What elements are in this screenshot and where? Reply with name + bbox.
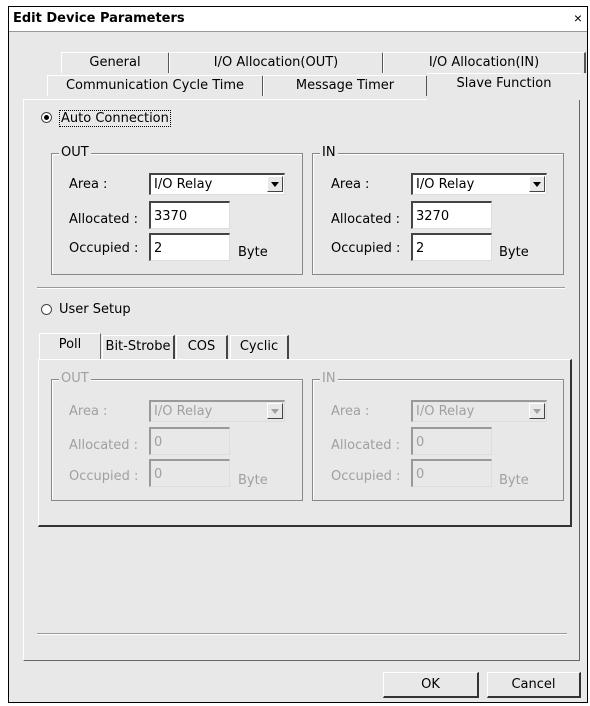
user-in-area-value: I/O Relay xyxy=(416,404,475,419)
user-in-area-select[interactable]: I/O Relay xyxy=(411,400,547,422)
user-out-occupied-label: Occupied : xyxy=(69,469,139,484)
tab-io-allocation-in[interactable]: I/O Allocation(IN) xyxy=(383,52,586,73)
auto-out-area-select[interactable]: I/O Relay xyxy=(149,173,285,195)
user-in-unit: Byte xyxy=(499,473,529,488)
user-out-title: OUT xyxy=(59,371,91,386)
subtab-bit-strobe[interactable]: Bit-Strobe xyxy=(102,335,175,359)
close-icon[interactable]: × xyxy=(571,11,585,25)
auto-out-area-label: Area : xyxy=(69,177,108,192)
auto-out-area-value: I/O Relay xyxy=(154,177,213,192)
chevron-down-icon[interactable] xyxy=(529,403,545,419)
edit-device-parameters-dialog: Edit Device Parameters × General I/O All… xyxy=(8,6,588,703)
user-in-occupied-input[interactable] xyxy=(411,459,492,487)
auto-in-occupied-label: Occupied : xyxy=(331,241,401,256)
user-out-area-label: Area : xyxy=(69,404,108,419)
tab-io-allocation-out[interactable]: I/O Allocation(OUT) xyxy=(169,52,384,73)
user-out-unit: Byte xyxy=(238,473,268,488)
bottom-separator xyxy=(37,633,567,635)
auto-in-allocated-label: Allocated : xyxy=(331,212,401,227)
auto-out-allocated-label: Allocated : xyxy=(69,212,139,227)
chevron-down-icon[interactable] xyxy=(267,176,283,192)
tab-communication-cycle-time[interactable]: Communication Cycle Time xyxy=(47,75,264,96)
auto-in-area-value: I/O Relay xyxy=(416,177,475,192)
user-out-occupied-input[interactable] xyxy=(149,459,230,487)
auto-in-allocated-input[interactable] xyxy=(411,201,492,229)
user-out-area-select[interactable]: I/O Relay xyxy=(149,400,285,422)
subtab-cos[interactable]: COS xyxy=(176,335,228,359)
auto-connection-label[interactable]: Auto Connection xyxy=(59,110,171,127)
title-bar: Edit Device Parameters × xyxy=(9,7,587,32)
auto-out-occupied-label: Occupied : xyxy=(69,241,139,256)
subtab-cyclic[interactable]: Cyclic xyxy=(230,335,289,359)
tab-slave-function[interactable]: Slave Function xyxy=(427,73,581,100)
user-in-occupied-label: Occupied : xyxy=(331,469,401,484)
user-in-area-label: Area : xyxy=(331,404,370,419)
user-in-allocated-label: Allocated : xyxy=(331,438,401,453)
auto-in-area-select[interactable]: I/O Relay xyxy=(411,173,547,195)
cancel-button[interactable]: Cancel xyxy=(487,672,581,698)
user-setup-label[interactable]: User Setup xyxy=(59,302,131,317)
auto-in-occupied-input[interactable] xyxy=(411,233,492,261)
tab-general[interactable]: General xyxy=(61,52,170,73)
auto-in-title: IN xyxy=(320,145,338,160)
auto-in-unit: Byte xyxy=(499,245,529,260)
user-out-allocated-label: Allocated : xyxy=(69,438,139,453)
user-setup-radio[interactable] xyxy=(41,304,52,315)
chevron-down-icon[interactable] xyxy=(267,403,283,419)
auto-out-unit: Byte xyxy=(238,245,268,260)
chevron-down-icon[interactable] xyxy=(529,176,545,192)
user-in-allocated-input[interactable] xyxy=(411,427,492,455)
auto-out-title: OUT xyxy=(59,145,91,160)
auto-in-area-label: Area : xyxy=(331,177,370,192)
tab-message-timer[interactable]: Message Timer xyxy=(263,75,428,96)
auto-connection-radio[interactable] xyxy=(41,112,52,123)
separator xyxy=(37,287,565,289)
user-out-allocated-input[interactable] xyxy=(149,427,230,455)
auto-out-allocated-input[interactable] xyxy=(149,201,230,229)
user-in-title: IN xyxy=(320,371,338,386)
user-out-area-value: I/O Relay xyxy=(154,404,213,419)
auto-out-occupied-input[interactable] xyxy=(149,233,230,261)
subtab-poll[interactable]: Poll xyxy=(39,333,101,359)
ok-button[interactable]: OK xyxy=(383,672,479,698)
dialog-title: Edit Device Parameters xyxy=(13,11,185,26)
